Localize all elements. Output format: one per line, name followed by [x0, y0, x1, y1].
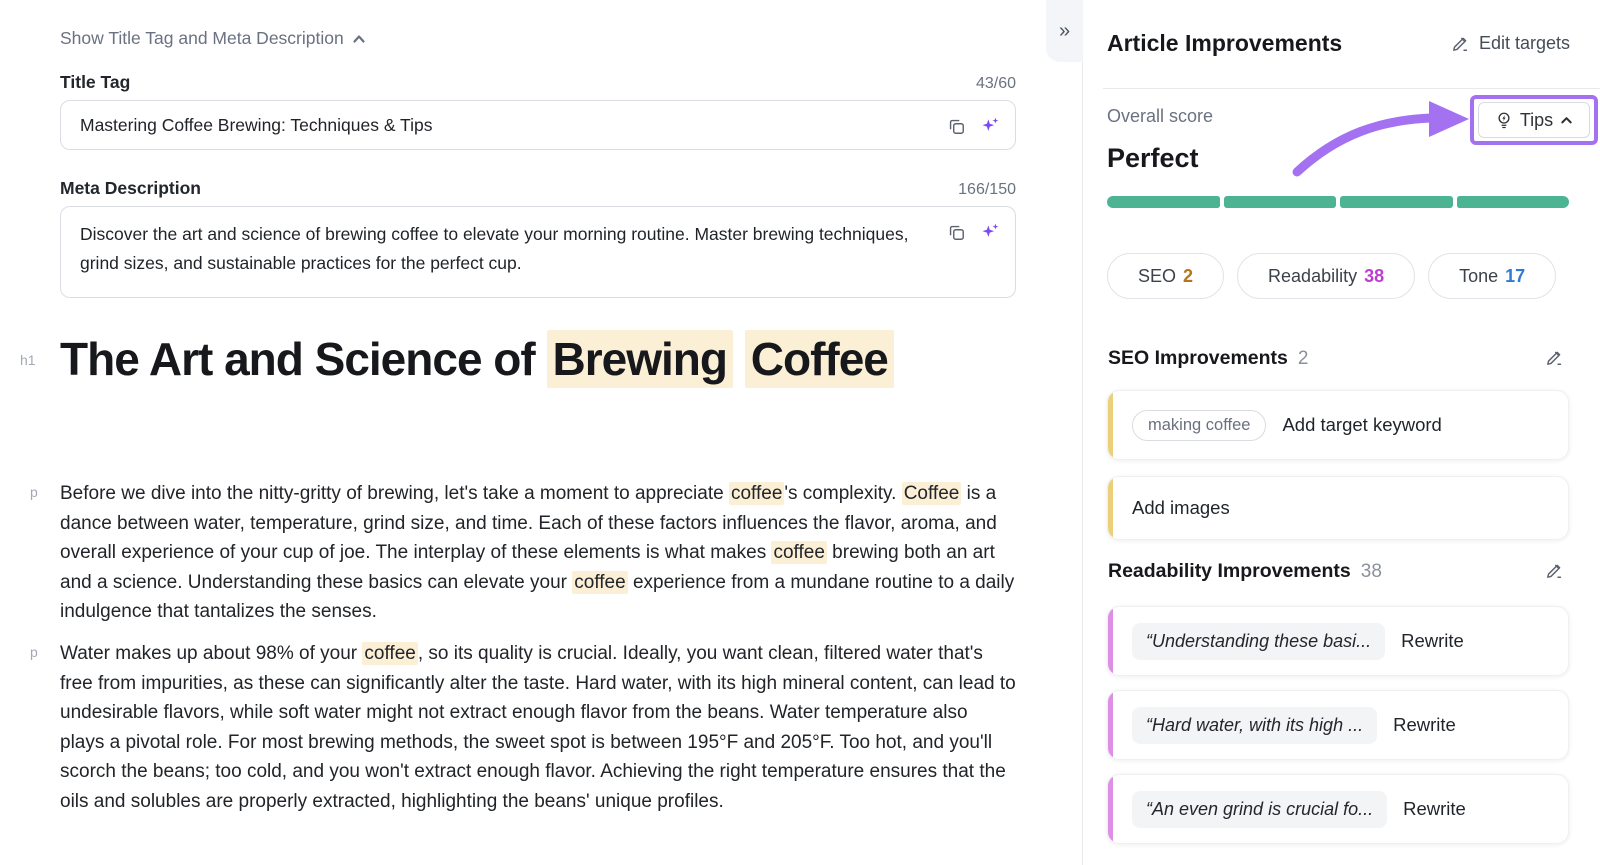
- article-paragraph[interactable]: Water makes up about 98% of your coffee,…: [60, 639, 1016, 816]
- add-images-label: Add images: [1132, 497, 1230, 519]
- meta-description-counter: 166/150: [958, 181, 1016, 199]
- title-tag-counter: 43/60: [976, 75, 1016, 93]
- panel-title: Article Improvements: [1107, 30, 1342, 57]
- edit-targets-label: Edit targets: [1479, 33, 1570, 54]
- meta-description-label: Meta Description: [60, 178, 201, 199]
- add-images-card[interactable]: Add images: [1107, 476, 1569, 540]
- readability-improvements-count: 38: [1361, 561, 1382, 583]
- double-chevron-right-icon: »: [1059, 20, 1070, 43]
- overall-score-value: Perfect: [1107, 143, 1199, 174]
- rewrite-suggestion-card[interactable]: “Hard water, with its high ... Rewrite: [1107, 690, 1569, 760]
- seo-improvements-title: SEO Improvements: [1108, 347, 1288, 370]
- edit-readability-targets-icon[interactable]: [1545, 561, 1564, 585]
- article-h1[interactable]: The Art and Science of Brewing Coffee: [60, 326, 980, 392]
- seo-improvements-count: 2: [1298, 348, 1309, 370]
- score-bar-segment: [1340, 196, 1453, 208]
- pill-label: Tone: [1459, 266, 1498, 287]
- article-paragraph[interactable]: Before we dive into the nitty-gritty of …: [60, 479, 1016, 627]
- keyword-chip[interactable]: making coffee: [1132, 410, 1266, 441]
- seo-score-pill[interactable]: SEO 2: [1107, 253, 1224, 299]
- header-divider: [1103, 88, 1600, 89]
- score-bar-segment: [1457, 196, 1570, 208]
- pill-value: 38: [1364, 266, 1384, 287]
- tips-button[interactable]: Tips: [1478, 102, 1590, 138]
- h1-block-marker: h1: [20, 352, 36, 368]
- title-tag-value: Mastering Coffee Brewing: Techniques & T…: [80, 111, 432, 140]
- rewrite-suggestion-card[interactable]: “Understanding these basi... Rewrite: [1107, 606, 1569, 676]
- score-bar-segment: [1107, 196, 1220, 208]
- tone-score-pill[interactable]: Tone 17: [1428, 253, 1556, 299]
- readability-improvements-title: Readability Improvements: [1108, 560, 1351, 583]
- sentence-snippet: “Hard water, with its high ...: [1132, 707, 1377, 744]
- annotation-arrow: [1283, 92, 1478, 192]
- chevron-up-icon: [1560, 114, 1573, 127]
- add-target-keyword-card[interactable]: making coffee Add target keyword: [1107, 390, 1569, 460]
- sentence-snippet: “Understanding these basi...: [1132, 623, 1385, 660]
- title-tag-input[interactable]: Mastering Coffee Brewing: Techniques & T…: [60, 100, 1016, 150]
- article-editor: Show Title Tag and Meta Description Titl…: [0, 0, 1082, 865]
- tips-label: Tips: [1520, 110, 1553, 131]
- title-tag-label: Title Tag: [60, 72, 130, 93]
- score-bar-segment: [1224, 196, 1337, 208]
- sentence-snippet: “An even grind is crucial fo...: [1132, 791, 1387, 828]
- collapse-panel-button[interactable]: »: [1046, 0, 1083, 62]
- ai-sparkles-icon[interactable]: [979, 115, 1001, 137]
- rewrite-suggestion-card[interactable]: “An even grind is crucial fo... Rewrite: [1107, 774, 1569, 844]
- rewrite-button[interactable]: Rewrite: [1403, 798, 1466, 820]
- readability-score-pill[interactable]: Readability 38: [1237, 253, 1415, 299]
- copy-icon[interactable]: [945, 221, 967, 243]
- meta-description-value: Discover the art and science of brewing …: [80, 220, 931, 278]
- edit-targets-button[interactable]: Edit targets: [1451, 33, 1570, 54]
- pill-label: Readability: [1268, 266, 1357, 287]
- overall-score-label: Overall score: [1107, 106, 1213, 127]
- article-improvements-panel: Article Improvements Edit targets Overal…: [1083, 0, 1600, 865]
- edit-seo-targets-icon[interactable]: [1545, 348, 1564, 372]
- paragraph-marker: p: [30, 484, 38, 500]
- add-target-keyword-label: Add target keyword: [1282, 414, 1441, 436]
- overall-score-bar: [1107, 196, 1569, 208]
- annotation-highlight-box: Tips: [1470, 95, 1598, 145]
- paragraph-marker: p: [30, 644, 38, 660]
- pencil-icon: [1451, 34, 1470, 53]
- pill-value: 17: [1505, 266, 1525, 287]
- chevron-up-icon: [352, 32, 366, 46]
- rewrite-button[interactable]: Rewrite: [1393, 714, 1456, 736]
- toggle-title-meta-label: Show Title Tag and Meta Description: [60, 28, 344, 49]
- ai-sparkles-icon[interactable]: [979, 221, 1001, 243]
- toggle-title-meta[interactable]: Show Title Tag and Meta Description: [60, 28, 366, 49]
- meta-description-input[interactable]: Discover the art and science of brewing …: [60, 206, 1016, 298]
- copy-icon[interactable]: [945, 115, 967, 137]
- pill-value: 2: [1183, 266, 1193, 287]
- lightbulb-icon: [1495, 111, 1513, 129]
- pill-label: SEO: [1138, 266, 1176, 287]
- rewrite-button[interactable]: Rewrite: [1401, 630, 1464, 652]
